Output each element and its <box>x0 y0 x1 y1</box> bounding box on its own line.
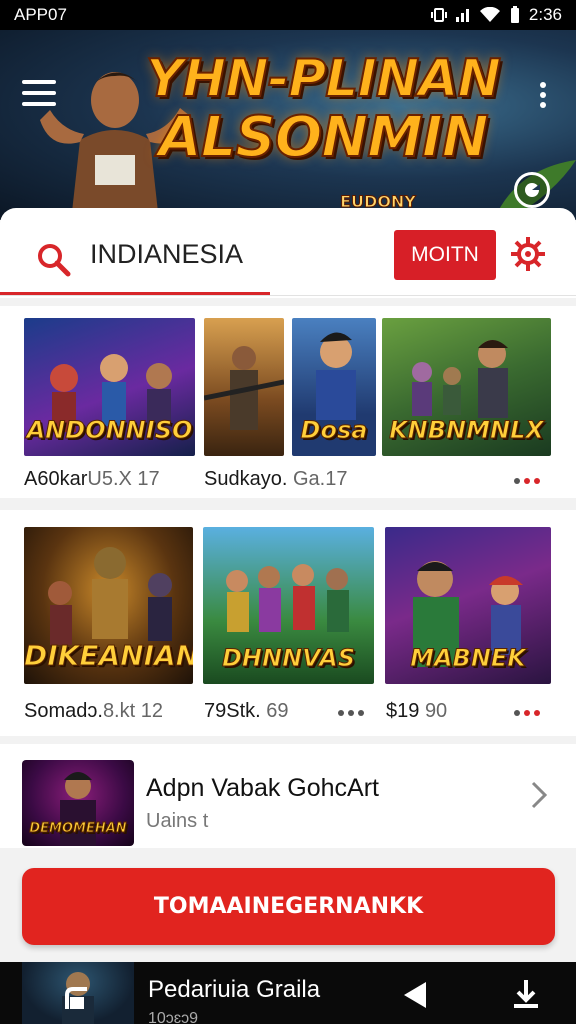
hero-title-line1: YHN-PLINAN <box>145 49 502 109</box>
game-tile-label: $19 90 <box>386 700 448 722</box>
status-bar: APP07 2:36 <box>0 0 576 30</box>
game-tile[interactable]: DIKEANIAN <box>24 527 193 684</box>
game-tile[interactable]: ANDONNISO <box>24 318 195 456</box>
game-grid-row-1: ANDONNISO Dosa KNBNMNLX A60karU5.X 17 Su… <box>0 306 576 498</box>
game-tile-title: MABNEK <box>410 644 527 673</box>
featured-title: Adpn Vabak GohcArt <box>146 774 380 802</box>
game-tile-label: Somadɔ.8.kt 12 <box>24 700 163 722</box>
bottom-bar-title: Pedariuia Graila <box>148 976 321 1003</box>
status-time: 2:36 <box>528 5 562 24</box>
game-tile-label: 79Stk. 69 <box>204 700 289 722</box>
wifi-icon <box>479 7 500 22</box>
game-tile-art <box>204 346 284 430</box>
search-icon[interactable] <box>36 242 72 278</box>
settings-icon[interactable] <box>508 234 548 274</box>
more-icon[interactable] <box>534 82 552 114</box>
app-screen: APP07 2:36 YHN-PLINAN ALSONMIN EUDONY IN… <box>0 0 576 1024</box>
share-icon[interactable] <box>64 982 90 1010</box>
chat-icon[interactable] <box>514 172 550 208</box>
back-icon[interactable] <box>400 980 430 1010</box>
status-icons: 2:36 <box>430 5 562 25</box>
menu-icon[interactable] <box>22 80 56 110</box>
divider <box>0 295 576 296</box>
game-tile-label: A60karU5.X 17 <box>24 468 160 490</box>
game-tile-title: DHNNVAS <box>222 644 356 673</box>
bottom-bar: Pedariuia Graila 10ɔɛɔ9 <box>0 962 576 1024</box>
game-tile[interactable]: Dosa <box>292 318 376 456</box>
featured-thumbnail-title: DEMOMEHAN <box>29 821 127 837</box>
search-bar: MOITN <box>0 208 576 298</box>
featured-subtitle: Uains t <box>146 810 209 832</box>
bottom-bar-thumbnail[interactable] <box>22 962 134 1024</box>
vibrate-icon <box>430 8 447 22</box>
cta-button[interactable]: TOMAAINEGERNANKK <box>22 868 555 945</box>
game-tile[interactable]: MABNEK <box>385 527 551 684</box>
game-tile-title: Dosa <box>300 416 368 445</box>
game-tile[interactable]: DHNNVAS <box>203 527 374 684</box>
game-grid-row-2: DIKEANIAN DHNNVAS MABNEK Somadɔ.8.kt 12 … <box>0 510 576 736</box>
search-input[interactable] <box>90 236 370 272</box>
download-icon[interactable] <box>512 978 540 1012</box>
bottom-bar-subtitle: 10ɔɛɔ9 <box>148 1010 199 1024</box>
game-tile[interactable] <box>204 318 284 456</box>
game-tile-label: Sudkayo. Ga.17 <box>204 468 348 490</box>
game-tile-title: DIKEANIAN <box>24 639 193 673</box>
hero-title-line2: ALSONMIN <box>157 105 489 170</box>
search-button[interactable]: MOITN <box>394 230 496 280</box>
more-options-icon[interactable] <box>514 478 540 484</box>
featured-item[interactable]: DEMOMEHAN Adpn Vabak GohcArt Uains t <box>0 744 576 848</box>
more-options-icon[interactable] <box>514 710 540 716</box>
game-tile-title: ANDONNISO <box>26 416 193 445</box>
featured-thumbnail: DEMOMEHAN <box>22 760 134 846</box>
game-tile[interactable]: KNBNMNLX <box>382 318 551 456</box>
battery-icon <box>510 6 519 23</box>
hero-title: YHN-PLINAN ALSONMIN <box>128 49 518 170</box>
status-app-label: APP07 <box>14 5 67 24</box>
game-tile-title: KNBNMNLX <box>389 416 545 445</box>
chevron-right-icon[interactable] <box>528 780 550 810</box>
more-options-icon[interactable] <box>338 710 364 716</box>
hero-banner[interactable]: YHN-PLINAN ALSONMIN EUDONY <box>0 30 576 220</box>
signal-icon <box>455 9 469 22</box>
